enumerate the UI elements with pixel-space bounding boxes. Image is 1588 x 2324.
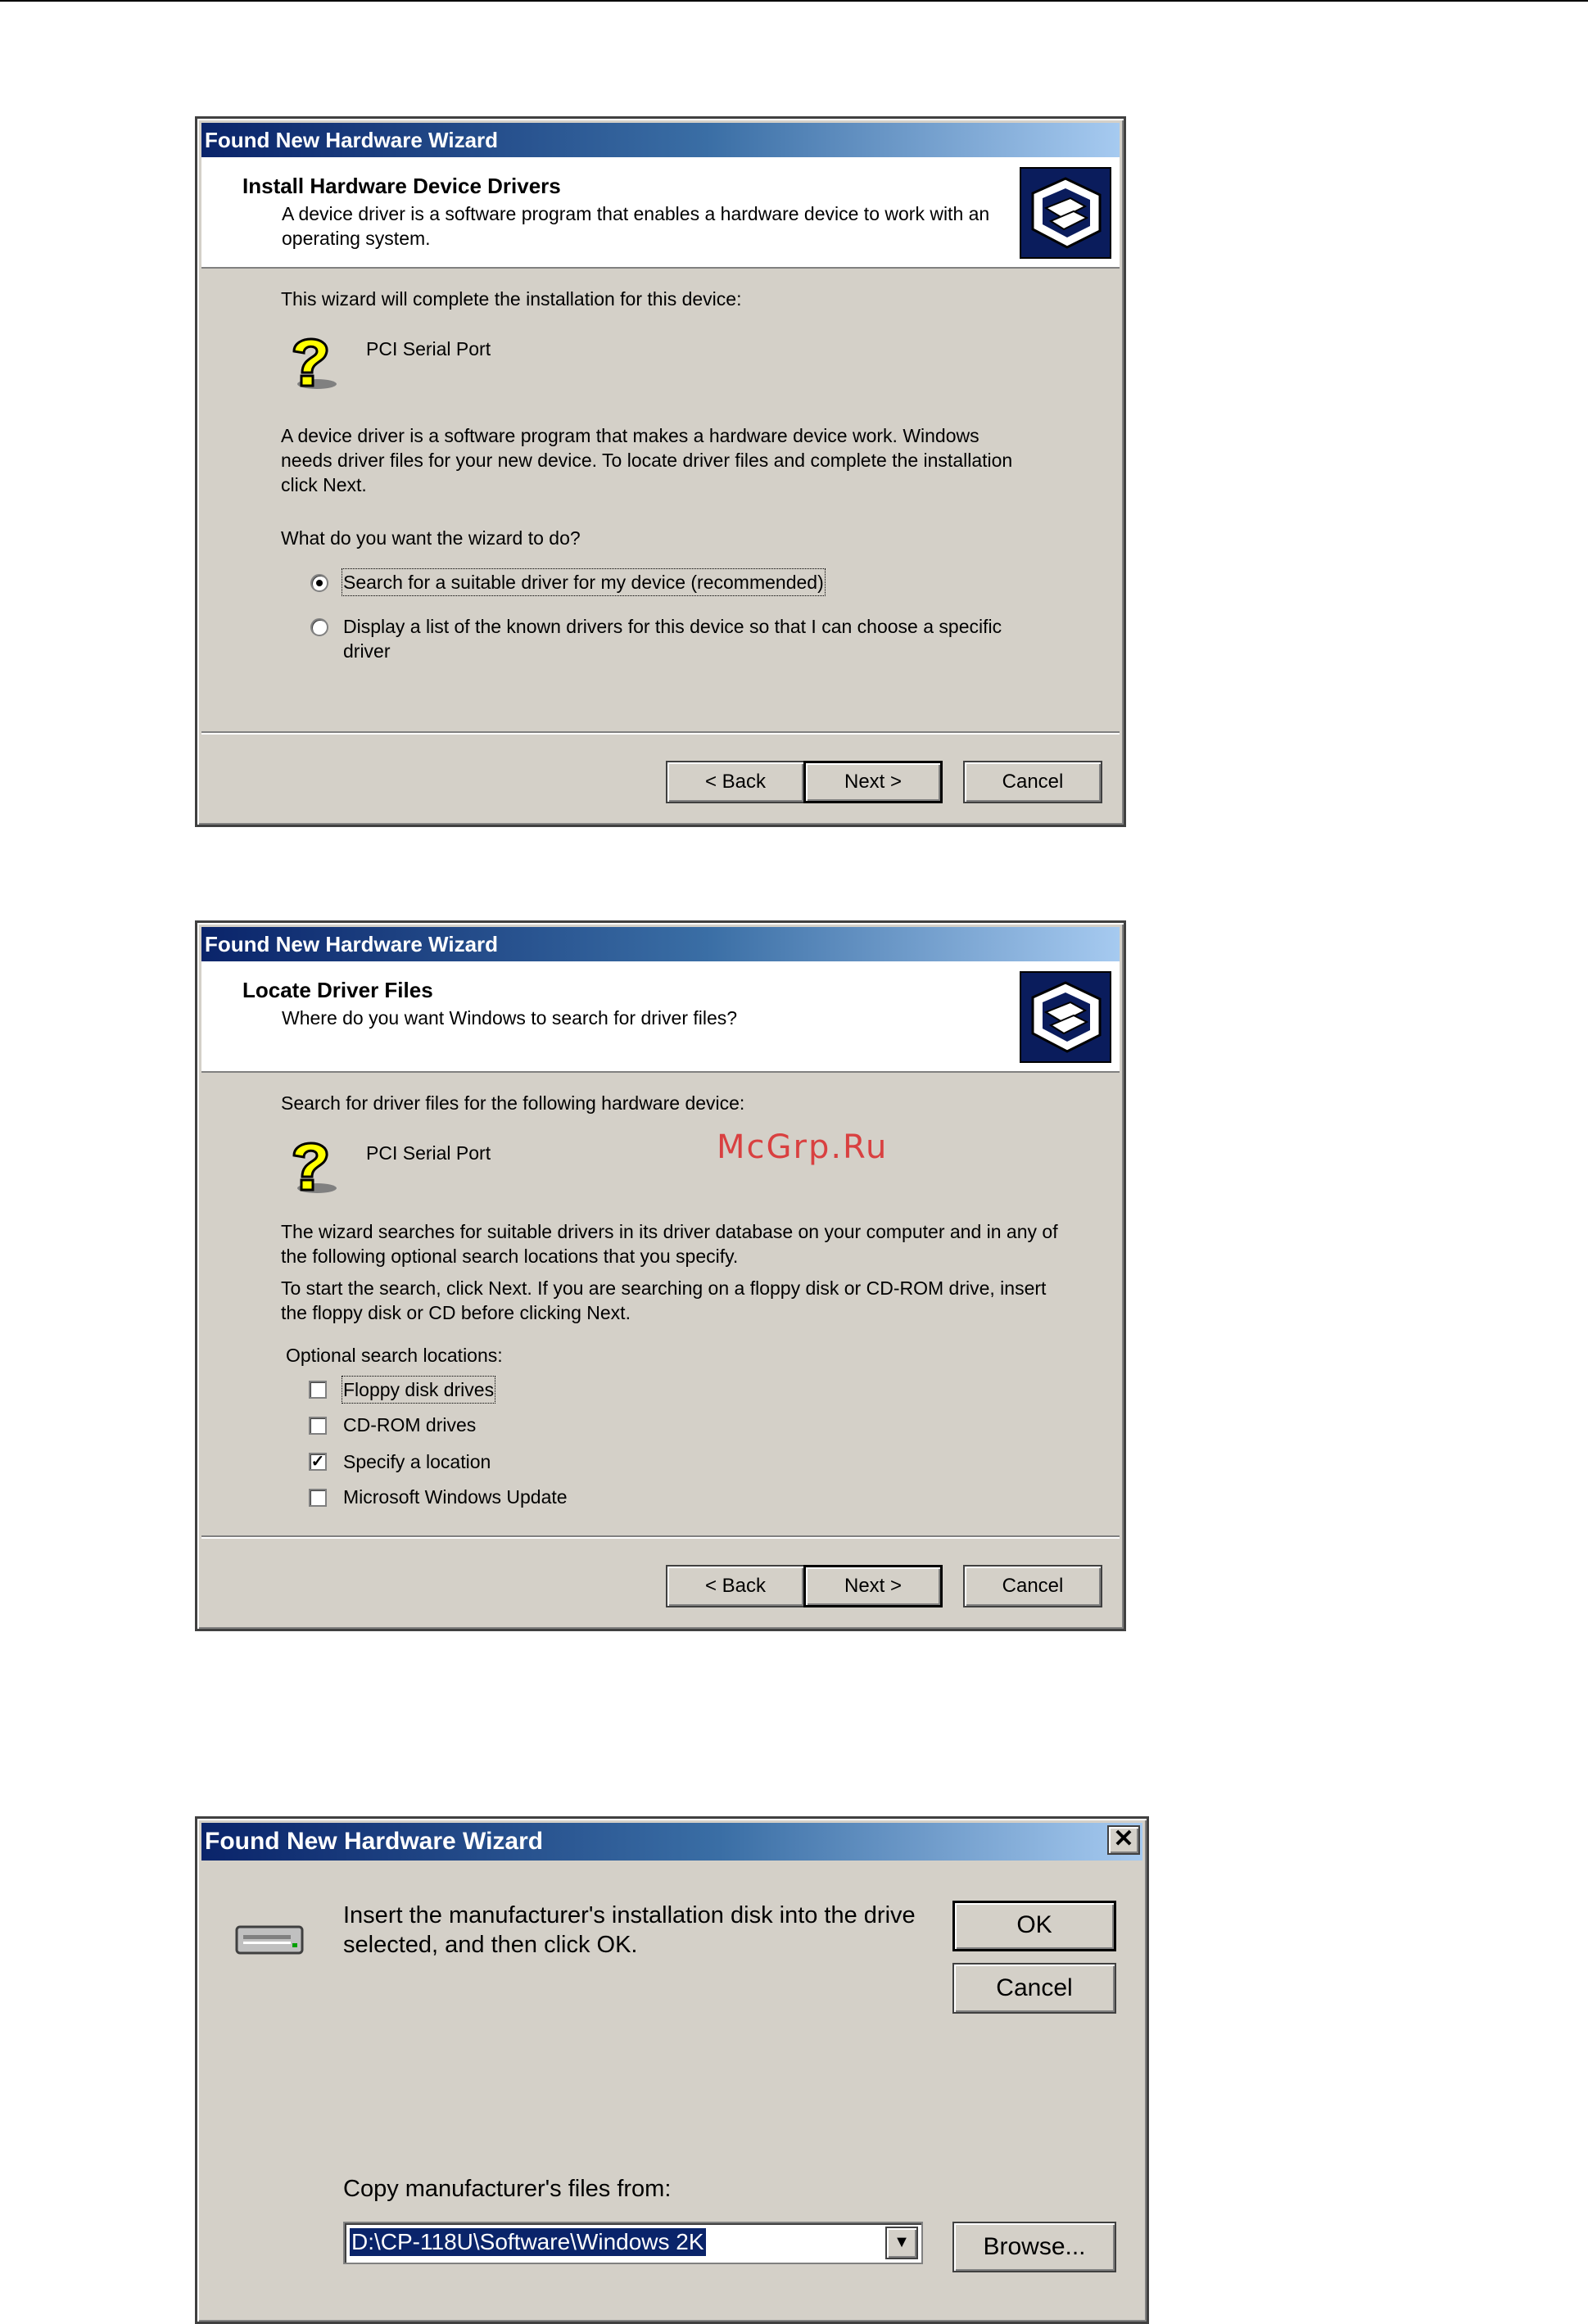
- watermark: McGrp.Ru: [717, 1128, 889, 1166]
- hardware-icon: [1020, 971, 1111, 1063]
- wizard-header: Install Hardware Device Drivers A device…: [201, 157, 1120, 269]
- header-subtitle: A device driver is a software program th…: [282, 203, 990, 249]
- checkbox-specify-location[interactable]: ✓: [309, 1453, 327, 1471]
- checkbox-cdrom-label[interactable]: CD-ROM drives: [343, 1413, 476, 1437]
- title-bar: Found New Hardware Wizard: [201, 927, 1120, 961]
- device-name: PCI Serial Port: [366, 1142, 491, 1164]
- radio-search[interactable]: [310, 574, 328, 592]
- hardware-icon: [1020, 167, 1111, 259]
- header-title: Install Hardware Device Drivers: [242, 174, 561, 198]
- option-display-list-label[interactable]: Display a list of the known drivers for …: [343, 614, 1047, 663]
- page-top-rule: [0, 0, 1588, 2]
- optional-locations-label: Optional search locations:: [286, 1345, 503, 1366]
- header-title: Locate Driver Files: [242, 978, 433, 1002]
- checkbox-windows-update[interactable]: [309, 1489, 327, 1507]
- intro-text: Search for driver files for the followin…: [281, 1092, 745, 1114]
- checkbox-specify-location-label[interactable]: Specify a location: [343, 1449, 491, 1474]
- back-button[interactable]: < Back: [666, 761, 805, 803]
- copy-from-label: Copy manufacturer's files from:: [343, 2176, 672, 2202]
- intro-text: This wizard will complete the installati…: [281, 288, 742, 310]
- checkbox-cdrom[interactable]: [309, 1417, 327, 1435]
- checkbox-floppy-label[interactable]: Floppy disk drives: [341, 1376, 496, 1404]
- radio-display-list[interactable]: [310, 618, 328, 636]
- next-button[interactable]: Next >: [803, 1565, 943, 1607]
- title-bar: Found New Hardware Wizard: [201, 1823, 1142, 1861]
- wizard-header: Locate Driver Files Where do you want Wi…: [201, 961, 1120, 1073]
- cancel-button[interactable]: Cancel: [952, 1963, 1116, 2014]
- back-button[interactable]: < Back: [666, 1565, 805, 1607]
- copy-from-combo[interactable]: D:\CP-118U\Software\Windows 2K ▼: [343, 2222, 923, 2264]
- insert-disk-message: Insert the manufacturer's installation d…: [343, 1902, 916, 1958]
- question-text: What do you want the wizard to do?: [281, 527, 581, 549]
- chevron-down-icon[interactable]: ▼: [885, 2227, 918, 2259]
- option-search-label[interactable]: Search for a suitable driver for my devi…: [342, 568, 826, 596]
- paragraph-start: To start the search, click Next. If you …: [281, 1277, 1047, 1323]
- copy-from-input[interactable]: D:\CP-118U\Software\Windows 2K: [350, 2228, 706, 2256]
- title-bar: Found New Hardware Wizard: [201, 123, 1120, 157]
- checkbox-floppy[interactable]: [309, 1381, 327, 1399]
- browse-button[interactable]: Browse...: [952, 2222, 1116, 2272]
- footer-separator: [201, 1535, 1120, 1539]
- insert-disk-dialog: Found New Hardware Wizard ✕ Insert the m…: [195, 1816, 1149, 2324]
- wizard-dialog-locate: Found New Hardware Wizard Locate Driver …: [195, 920, 1126, 1631]
- cancel-button[interactable]: Cancel: [963, 1565, 1102, 1607]
- checkbox-windows-update-label[interactable]: Microsoft Windows Update: [343, 1485, 568, 1509]
- next-button[interactable]: Next >: [803, 761, 943, 803]
- wizard-dialog-install: Found New Hardware Wizard Install Hardwa…: [195, 116, 1126, 827]
- paragraph-search: The wizard searches for suitable drivers…: [281, 1221, 1058, 1267]
- ok-button[interactable]: OK: [952, 1901, 1116, 1951]
- description-text: A device driver is a software program th…: [281, 425, 1013, 495]
- device-name: PCI Serial Port: [366, 338, 491, 359]
- question-mark-icon: [279, 1134, 345, 1200]
- footer-separator: [201, 731, 1120, 735]
- header-subtitle: Where do you want Windows to search for …: [282, 1007, 738, 1029]
- question-mark-icon: [279, 330, 345, 396]
- drive-icon: [235, 1922, 305, 1958]
- cancel-button[interactable]: Cancel: [963, 761, 1102, 803]
- close-icon[interactable]: ✕: [1107, 1825, 1140, 1855]
